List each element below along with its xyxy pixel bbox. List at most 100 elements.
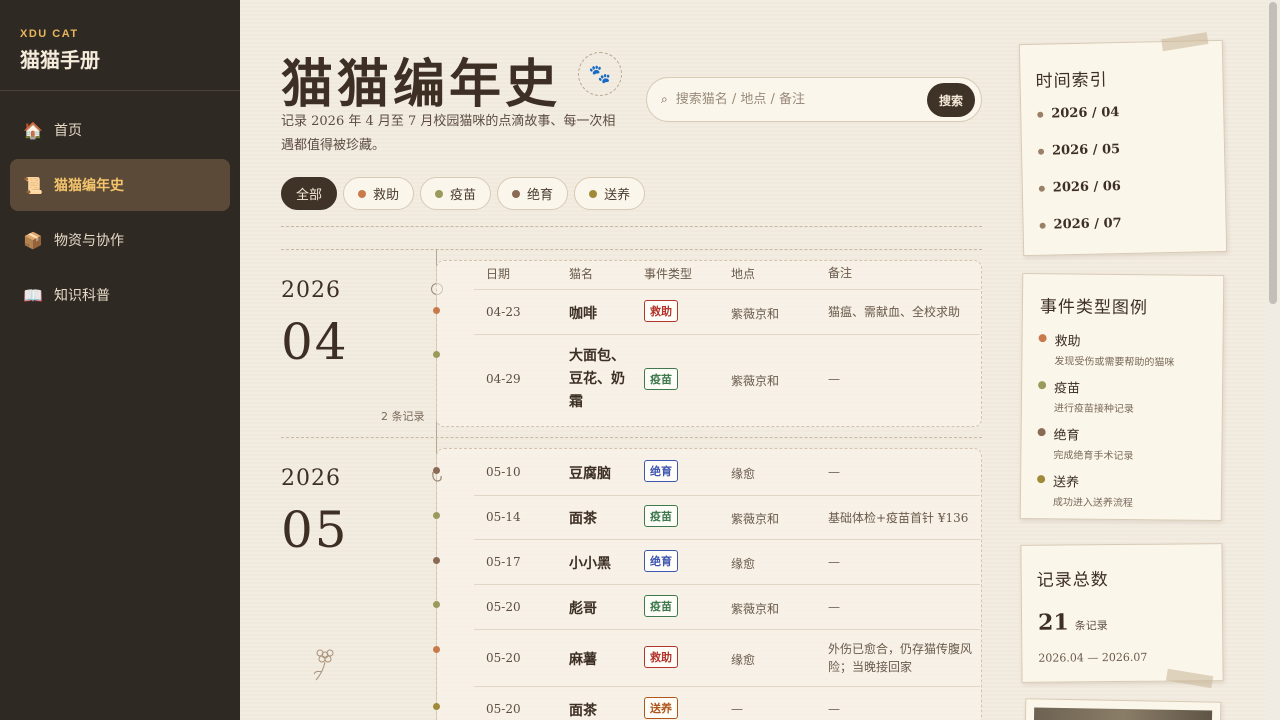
bullet-icon — [1038, 185, 1045, 192]
timeline-dot — [433, 307, 440, 314]
table-row[interactable]: 05-14 面茶 疫苗 紫薇京和 基础体检+疫苗首针 ¥136 — [474, 496, 980, 540]
header-name: 猫名 — [569, 267, 594, 281]
sidebar-item-home[interactable]: 🏠 首页 — [10, 104, 230, 156]
record-count: 2 条记录 — [381, 410, 425, 423]
legend-item-vaccine: 疫苗 进行疫苗接种记录 — [1038, 377, 1134, 415]
legend-item-adopt: 送养 成功进入送养流程 — [1037, 471, 1133, 509]
table-row[interactable]: 05-20 彪哥 疫苗 紫薇京和 — — [474, 585, 980, 630]
sidebar-item-supplies[interactable]: 📦 物资与协作 — [10, 214, 230, 266]
record-name: 麻薯 — [569, 652, 597, 668]
record-note: — — [828, 600, 840, 614]
type-tag-vaccine: 疫苗 — [644, 368, 678, 390]
header-note: 备注 — [828, 266, 853, 280]
record-place: 缘愈 — [731, 653, 756, 667]
table-row[interactable]: 05-17 小小黑 绝育 缘愈 — — [474, 540, 980, 585]
month-number: 04 — [281, 313, 349, 371]
time-index-item[interactable]: 2026 / 07 — [1039, 216, 1122, 233]
record-note: — — [828, 372, 840, 386]
type-tag-vaccine: 疫苗 — [644, 505, 678, 527]
total-title: 记录总数 — [1036, 570, 1109, 591]
time-index-label: 2026 / 04 — [1051, 105, 1120, 122]
type-tag-neuter: 绝育 — [644, 550, 678, 572]
record-date: 05-20 — [486, 702, 521, 716]
total-count: 21 条记录 — [1037, 609, 1108, 636]
filter-label: 疫苗 — [450, 188, 477, 203]
record-place: 紫薇京和 — [731, 602, 780, 616]
search-icon: ⌕ — [661, 92, 668, 106]
legend-desc: 成功进入送养流程 — [1052, 497, 1133, 510]
total-number: 21 — [1037, 609, 1069, 636]
legend-desc: 进行疫苗接种记录 — [1053, 403, 1134, 416]
neuter-dot-icon — [512, 189, 521, 198]
timeline-dot — [433, 351, 440, 358]
filter-vaccine[interactable]: 疫苗 — [420, 177, 492, 210]
legend-item-rescue: 救助 发现受伤或需要帮助的猫咪 — [1038, 330, 1174, 369]
header-type: 事件类型 — [644, 267, 693, 281]
sidebar-item-label: 首页 — [54, 123, 82, 139]
record-note: 猫瘟、需献血、全校求助 — [828, 305, 961, 319]
legend-item-neuter: 绝育 完成绝育手术记录 — [1037, 424, 1133, 462]
record-name: 豆腐脑 — [569, 466, 611, 482]
time-index-title: 时间索引 — [1035, 70, 1108, 92]
vaccine-dot-icon — [435, 189, 444, 198]
record-name: 面茶 — [569, 511, 597, 527]
time-index-label: 2026 / 07 — [1053, 216, 1122, 233]
page-title: 猫猫编年史 — [281, 54, 562, 115]
rescue-dot-icon — [1038, 334, 1047, 343]
adopt-dot-icon — [1037, 475, 1046, 484]
search-bar: ⌕ 搜索 — [646, 77, 982, 122]
sidebar-item-label: 物资与协作 — [54, 233, 124, 249]
time-index-item[interactable]: 2026 / 06 — [1038, 179, 1122, 196]
time-index-label: 2026 / 06 — [1052, 179, 1122, 196]
time-index-item[interactable]: 2026 / 05 — [1037, 142, 1120, 159]
package-icon: 📦 — [23, 230, 43, 250]
timeline-dot — [433, 512, 440, 519]
record-date: 04-29 — [486, 372, 521, 386]
sidebar: XDU CAT 猫猫手册 🏠 首页 📜 猫猫编年史 📦 物资与协作 📖 知识科普 — [0, 0, 240, 720]
total-unit: 条记录 — [1074, 619, 1108, 633]
search-button[interactable]: 搜索 — [927, 83, 975, 117]
filter-label: 绝育 — [527, 188, 554, 203]
sidebar-item-chronicle[interactable]: 📜 猫猫编年史 — [10, 159, 230, 211]
table-row[interactable]: 04-23 咖啡 救助 紫薇京和 猫瘟、需献血、全校求助 — [474, 290, 980, 335]
record-note: — — [828, 702, 840, 716]
record-date: 05-10 — [486, 465, 521, 479]
search-input[interactable] — [675, 92, 916, 107]
total-range: 2026.04 — 2026.07 — [1038, 650, 1148, 665]
scrollbar[interactable] — [1266, 0, 1280, 720]
record-name: 咖啡 — [569, 306, 597, 322]
table-row[interactable]: 05-20 麻薯 救助 缘愈 外伤已愈合，仍存猫传腹风险；当晚接回家 — [474, 630, 980, 687]
legend-name: 送养 — [1053, 475, 1080, 491]
table-row[interactable]: 05-20 面茶 送养 — — — [474, 687, 980, 720]
timeline-dot — [433, 601, 440, 608]
filter-rescue[interactable]: 救助 — [343, 177, 415, 210]
record-place: 缘愈 — [731, 557, 756, 571]
filter-adopt[interactable]: 送养 — [574, 177, 646, 210]
filter-neuter[interactable]: 绝育 — [497, 177, 569, 210]
table-row[interactable]: 05-10 豆腐脑 绝育 缘愈 — — [474, 450, 980, 496]
sidebar-item-knowledge[interactable]: 📖 知识科普 — [10, 269, 230, 321]
record-name: 面茶 — [569, 703, 597, 719]
paw-icon: 🐾 — [578, 52, 622, 96]
legend-desc: 完成绝育手术记录 — [1053, 450, 1134, 463]
table-row[interactable]: 04-29 大面包、豆花、奶霜 疫苗 紫薇京和 — — [474, 335, 980, 426]
brand-name: 猫猫手册 — [20, 48, 100, 72]
record-place: 紫薇京和 — [731, 307, 780, 321]
bullet-icon — [1037, 111, 1044, 118]
scrollbar-thumb[interactable] — [1269, 2, 1277, 304]
filter-all[interactable]: 全部 — [281, 177, 338, 210]
filter-label: 救助 — [373, 188, 400, 203]
legend-name: 绝育 — [1053, 428, 1080, 444]
adopt-dot-icon — [589, 189, 598, 198]
time-index-card: 时间索引 2026 / 04 2026 / 05 2026 / 06 2026 … — [1018, 32, 1228, 257]
main-content: 猫猫编年史 🐾 记录 2026 年 4 月至 7 月校园猫咪的点滴故事、每一次相… — [240, 0, 1266, 720]
record-date: 05-20 — [486, 651, 521, 665]
month-year: 2026 — [281, 278, 341, 303]
timeline-dot — [433, 557, 440, 564]
record-name: 彪哥 — [569, 601, 597, 617]
type-tag-vaccine: 疫苗 — [644, 595, 678, 617]
sidebar-nav: 🏠 首页 📜 猫猫编年史 📦 物资与协作 📖 知识科普 — [0, 91, 240, 321]
sidebar-item-label: 猫猫编年史 — [54, 178, 124, 194]
type-tag-adopt: 送养 — [644, 697, 678, 719]
time-index-item[interactable]: 2026 / 04 — [1037, 105, 1119, 122]
